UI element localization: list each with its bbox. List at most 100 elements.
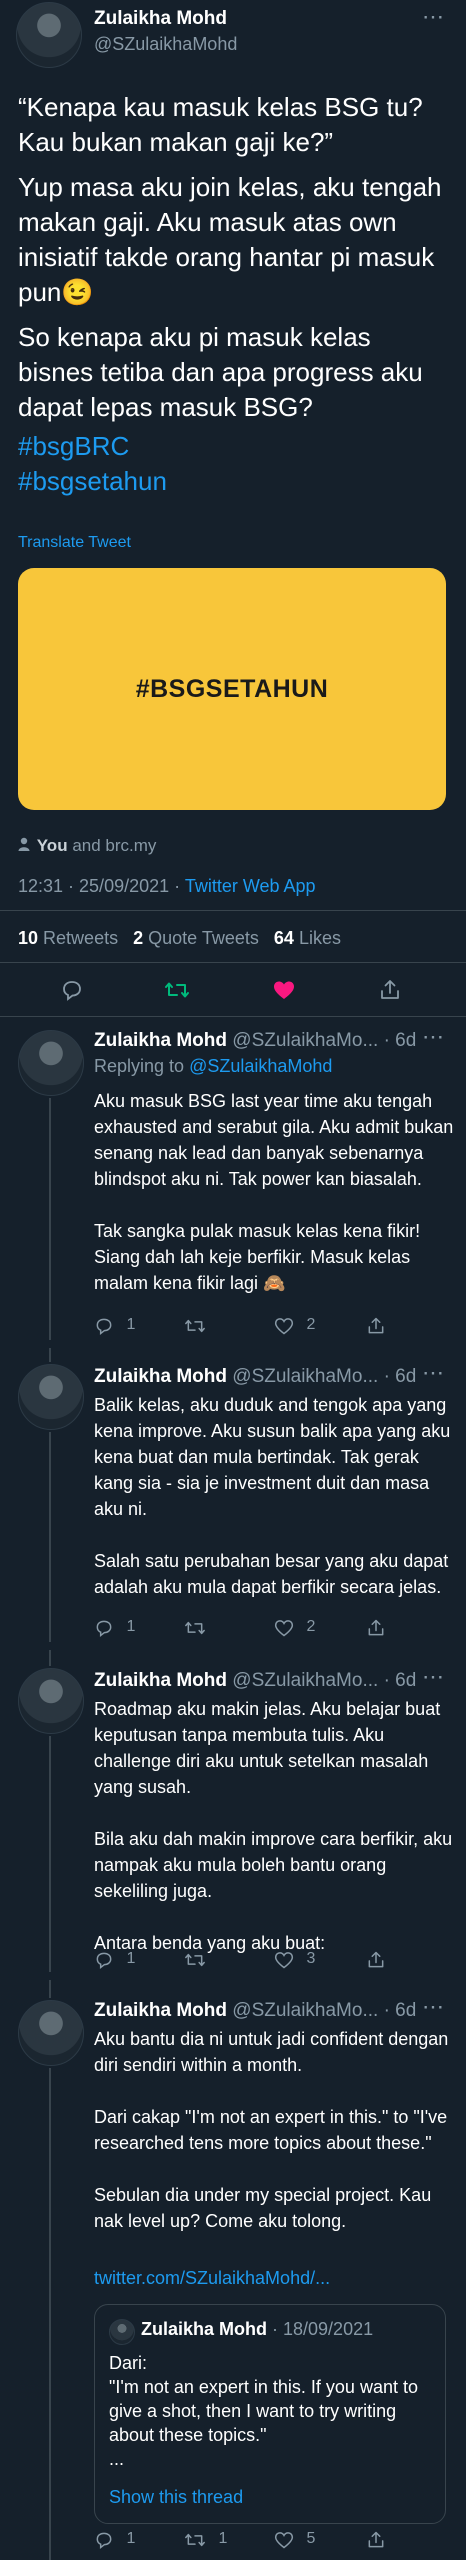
tweet-paragraph: “Kenapa kau masuk kelas BSG tu? Kau buka… — [18, 92, 423, 157]
thread-line — [49, 2068, 51, 2560]
author-name[interactable]: Zulaikha Mohd — [94, 1030, 227, 1051]
tweet-text: “Kenapa kau masuk kelas BSG tu? Kau buka… — [18, 90, 448, 499]
share-button[interactable] — [366, 1316, 386, 1341]
reply-actions: 1 1 5 — [94, 2530, 454, 2554]
like-count: 64 — [273, 928, 294, 948]
reply-icon[interactable] — [60, 978, 84, 1007]
replying-handle-link[interactable]: @SZulaikhaMohd — [189, 1056, 332, 1076]
author-handle[interactable]: @SZulaikhaMo... — [232, 2000, 378, 2021]
likes-label: Likes — [298, 928, 341, 948]
retweet-button[interactable] — [184, 1618, 214, 1643]
tweet-age[interactable]: · 6d — [384, 1670, 417, 1691]
reply-text: Aku masuk BSG last year time aku tengah … — [94, 1091, 454, 1293]
tagged-you: You — [36, 836, 68, 855]
more-options-icon[interactable]: ⋯ — [422, 1024, 445, 1050]
tweet-age[interactable]: · 6d — [384, 1030, 417, 1051]
like-button[interactable]: 3 — [274, 1950, 315, 1975]
replying-prefix: Replying to — [94, 1056, 185, 1076]
more-options-icon[interactable]: ⋯ — [422, 1664, 445, 1690]
quoted-tweet[interactable]: Zulaikha Mohd · 18/09/2021 Dari: "I'm no… — [94, 2304, 446, 2524]
quote-count-link[interactable]: 2 Quote Tweets — [133, 928, 264, 948]
tweet-meta: 12:31 · 25/09/2021 · Twitter Web App — [18, 876, 316, 897]
avatar[interactable] — [18, 2000, 84, 2066]
like-button[interactable]: 2 — [274, 1316, 315, 1341]
author-name[interactable]: Zulaikha Mohd — [94, 2000, 227, 2021]
share-icon[interactable] — [378, 978, 402, 1007]
like-count: 2 — [306, 1618, 316, 1635]
heart-icon[interactable] — [272, 978, 296, 1007]
reply-count: 1 — [126, 1950, 136, 1967]
retweet-count-link[interactable]: 10 Retweets — [18, 928, 123, 948]
like-count-link[interactable]: 64 Likes — [274, 928, 341, 948]
reply-icon — [96, 1318, 112, 1336]
like-button[interactable]: 5 — [274, 2530, 315, 2555]
tweet-timestamp[interactable]: 12:31 · 25/09/2021 — [18, 876, 169, 896]
author-name[interactable]: Zulaikha Mohd — [94, 1366, 227, 1387]
tweet-stats: 10 Retweets 2 Quote Tweets 64 Likes — [18, 928, 341, 949]
retweet-icon — [185, 1953, 205, 1967]
retweets-label: Retweets — [43, 928, 119, 948]
share-button[interactable] — [366, 1618, 386, 1643]
reply-button[interactable]: 1 — [94, 1950, 135, 1975]
tagged-rest: and brc.my — [72, 836, 157, 855]
more-options-icon[interactable]: ⋯ — [422, 1360, 445, 1386]
retweet-icon[interactable] — [164, 978, 190, 1007]
thread-line — [49, 1980, 51, 1998]
hashtag-link[interactable]: #bsgsetahun — [18, 464, 448, 499]
avatar[interactable] — [18, 1668, 84, 1734]
translate-tweet-link[interactable]: Translate Tweet — [18, 534, 131, 552]
external-link[interactable]: twitter.com/SZulaikhaMohd/... — [94, 2268, 330, 2289]
quoted-date: · 18/09/2021 — [272, 2319, 374, 2339]
author-handle[interactable]: @SZulaikhaMo... — [232, 1670, 378, 1691]
author-handle[interactable]: @SZulaikhaMo... — [232, 1030, 378, 1051]
tagged-users[interactable]: You and brc.my — [18, 836, 156, 856]
show-thread-link[interactable]: Show this thread — [109, 2487, 243, 2508]
divider — [0, 962, 466, 963]
person-icon — [18, 836, 32, 856]
share-button[interactable] — [366, 2530, 386, 2555]
retweet-icon — [185, 2533, 205, 2547]
tweet-media-image[interactable]: #BSGSETAHUN — [18, 568, 446, 810]
reply-button[interactable]: 1 — [94, 2530, 135, 2555]
reply-text: Roadmap aku makin jelas. Aku belajar bua… — [94, 1699, 453, 1953]
reply-header: Zulaikha Mohd @SZulaikhaMo... · 6d — [94, 1030, 454, 1052]
reply-text: Aku bantu dia ni untuk jadi confident de… — [94, 2029, 449, 2231]
tweet-age[interactable]: · 6d — [384, 1366, 417, 1387]
avatar[interactable] — [16, 2, 82, 68]
share-icon — [368, 1951, 384, 1968]
reply-header: Zulaikha Mohd @SZulaikhaMo... · 6d — [94, 1670, 454, 1692]
avatar[interactable] — [18, 1030, 84, 1096]
like-button[interactable]: 2 — [274, 1618, 315, 1643]
tweet-age[interactable]: · 6d — [384, 2000, 417, 2021]
author-name[interactable]: Zulaikha Mohd — [94, 8, 227, 30]
avatar — [109, 2319, 135, 2345]
author-handle[interactable]: @SZulaikhaMo... — [232, 1366, 378, 1387]
retweet-button[interactable] — [184, 1950, 214, 1975]
retweet-count: 1 — [218, 2530, 228, 2547]
divider — [0, 910, 466, 911]
author-name[interactable]: Zulaikha Mohd — [94, 1670, 227, 1691]
thread-line — [49, 1432, 51, 1642]
reply-text: Balik kelas, aku duduk and tengok apa ya… — [94, 1395, 451, 1597]
hashtag-link[interactable]: #bsgBRC — [18, 429, 448, 464]
reply-button[interactable]: 1 — [94, 1316, 135, 1341]
retweet-icon — [185, 1319, 205, 1333]
divider — [0, 1016, 466, 1017]
retweet-button[interactable]: 1 — [184, 2530, 227, 2555]
quote-count: 2 — [133, 928, 144, 948]
thread-line — [49, 1650, 51, 1666]
thread-line — [49, 1348, 51, 1362]
reply-header: Zulaikha Mohd @SZulaikhaMo... · 6d — [94, 2000, 454, 2022]
media-caption: #BSGSETAHUN — [135, 674, 329, 703]
more-options-icon[interactable]: ⋯ — [422, 4, 445, 30]
reply-button[interactable]: 1 — [94, 1618, 135, 1643]
retweet-button[interactable] — [184, 1316, 214, 1341]
author-handle[interactable]: @SZulaikhaMohd — [94, 34, 237, 55]
tweet-source[interactable]: Twitter Web App — [185, 876, 316, 896]
thread-line — [49, 1736, 51, 1972]
heart-icon — [274, 1318, 294, 1335]
more-options-icon[interactable]: ⋯ — [422, 1994, 445, 2020]
reply-count: 1 — [126, 2530, 136, 2547]
share-button[interactable] — [366, 1950, 386, 1975]
avatar[interactable] — [18, 1364, 84, 1430]
